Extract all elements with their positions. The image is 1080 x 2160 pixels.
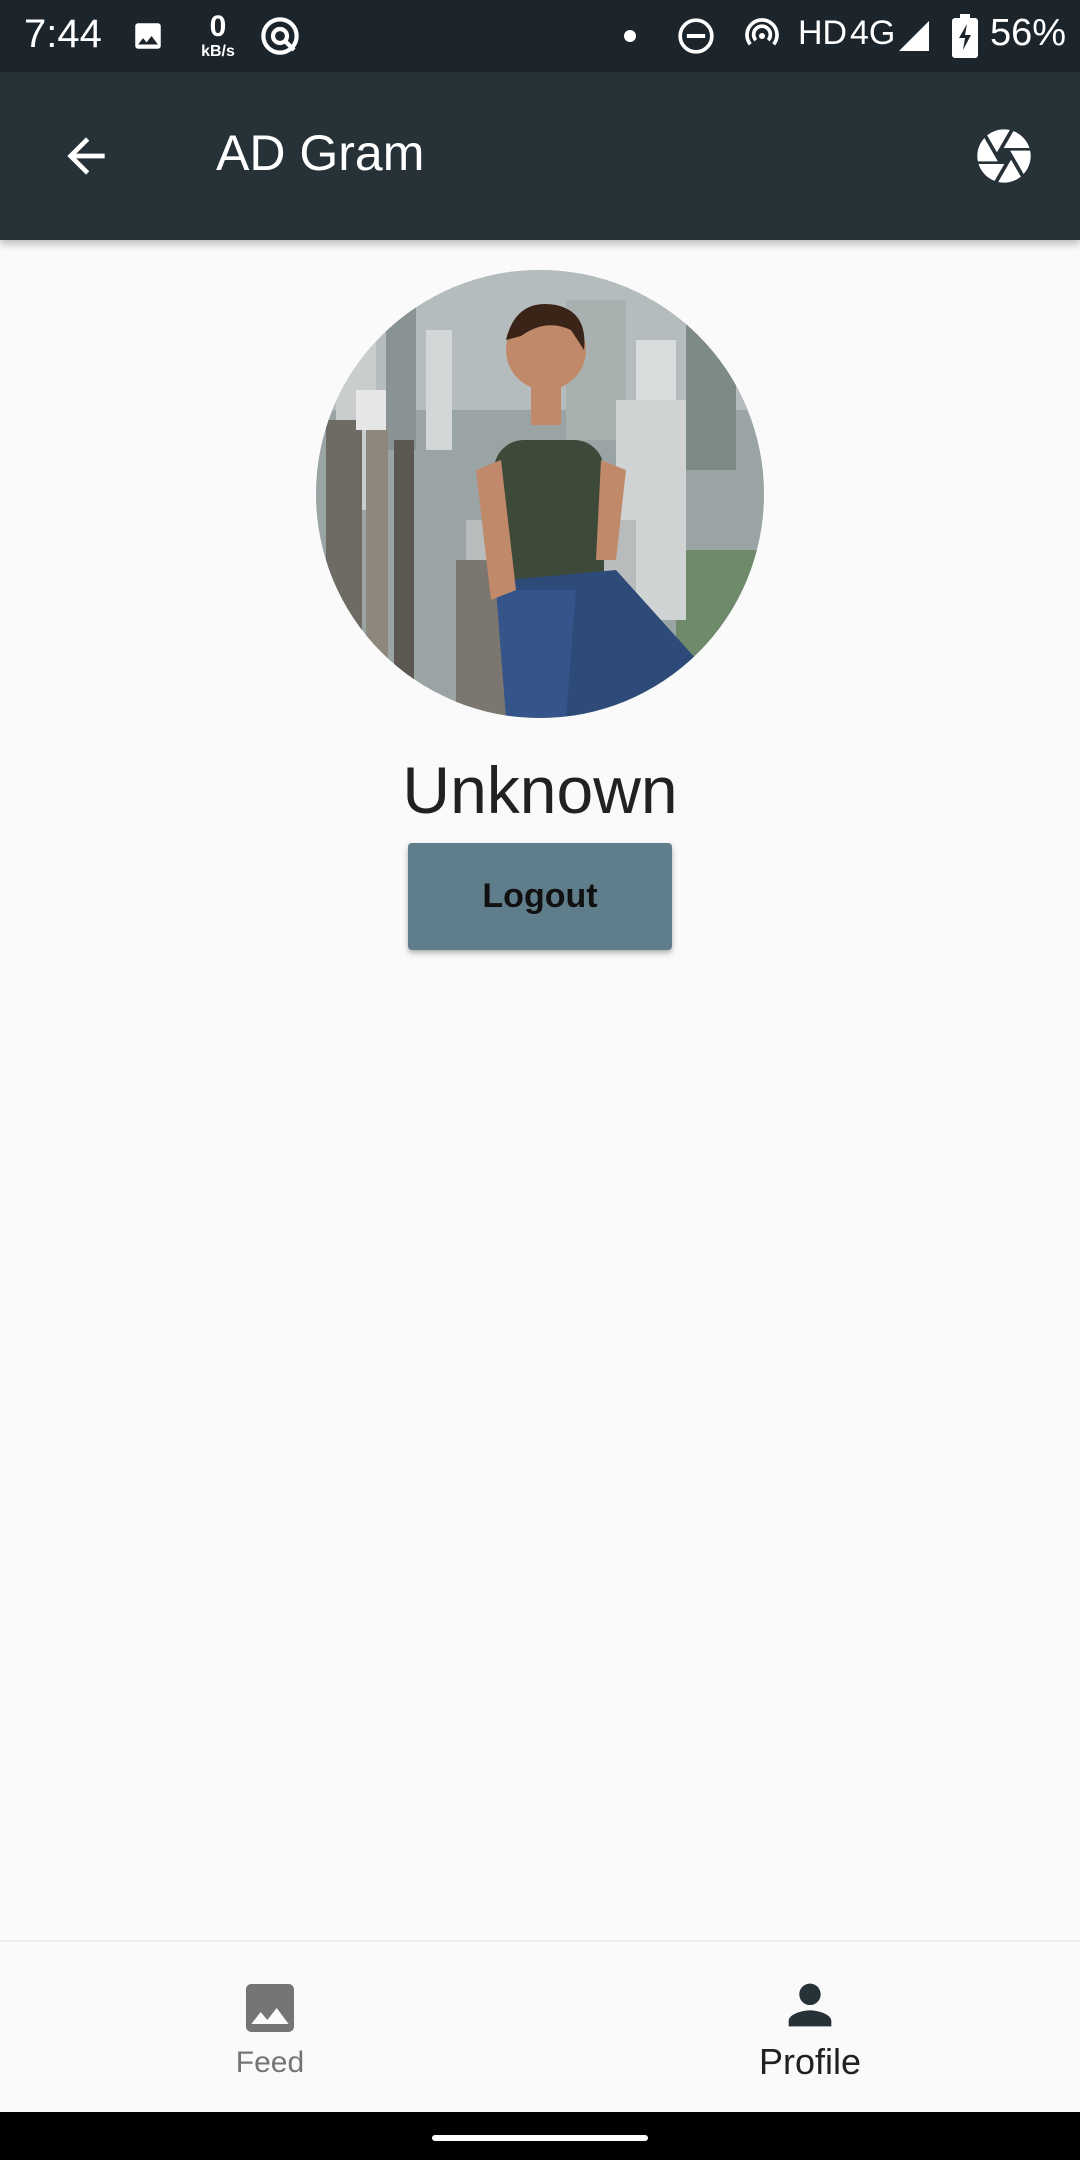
gallery-notification-icon: [128, 0, 168, 72]
status-time: 7:44: [24, 12, 102, 56]
network-speed-unit: kB/s: [201, 43, 235, 60]
app-notification-icon: [256, 0, 304, 72]
back-button[interactable]: [44, 114, 128, 198]
battery-charging-icon: [950, 0, 980, 72]
nav-item-profile[interactable]: Profile: [540, 1942, 1080, 2114]
logout-button[interactable]: Logout: [408, 843, 672, 950]
battery-percent: 56%: [990, 12, 1067, 54]
app-title: AD Gram: [216, 125, 425, 181]
bottom-navigation: Feed Profile: [0, 1940, 1080, 2112]
nav-label-feed: Feed: [235, 2046, 305, 2079]
network-speed-value: 0: [209, 10, 227, 43]
nav-label-profile: Profile: [758, 2041, 862, 2082]
profile-avatar: [316, 270, 764, 718]
app-bar: AD Gram: [0, 72, 1080, 240]
network-type: 4G: [850, 14, 896, 52]
hd-indicator: HD: [798, 14, 848, 52]
image-icon: [246, 1984, 294, 2032]
signal-icon: [894, 0, 934, 72]
hotspot-icon: [738, 0, 786, 72]
notification-dot-icon: [620, 0, 640, 72]
person-icon: [788, 1983, 832, 2027]
camera-aperture-icon: [977, 129, 1031, 183]
profile-name: Unknown: [402, 753, 678, 827]
do-not-disturb-icon: [672, 0, 720, 72]
system-navigation-bar: [0, 2112, 1080, 2160]
status-bar: 7:44 0 kB/s HD 4G 56%: [0, 0, 1080, 72]
camera-button[interactable]: [966, 118, 1042, 194]
network-speed: 0 kB/s: [196, 12, 240, 60]
nav-item-feed[interactable]: Feed: [0, 1942, 540, 2114]
arrow-back-icon: [67, 137, 105, 175]
home-gesture-handle[interactable]: [432, 2135, 648, 2141]
